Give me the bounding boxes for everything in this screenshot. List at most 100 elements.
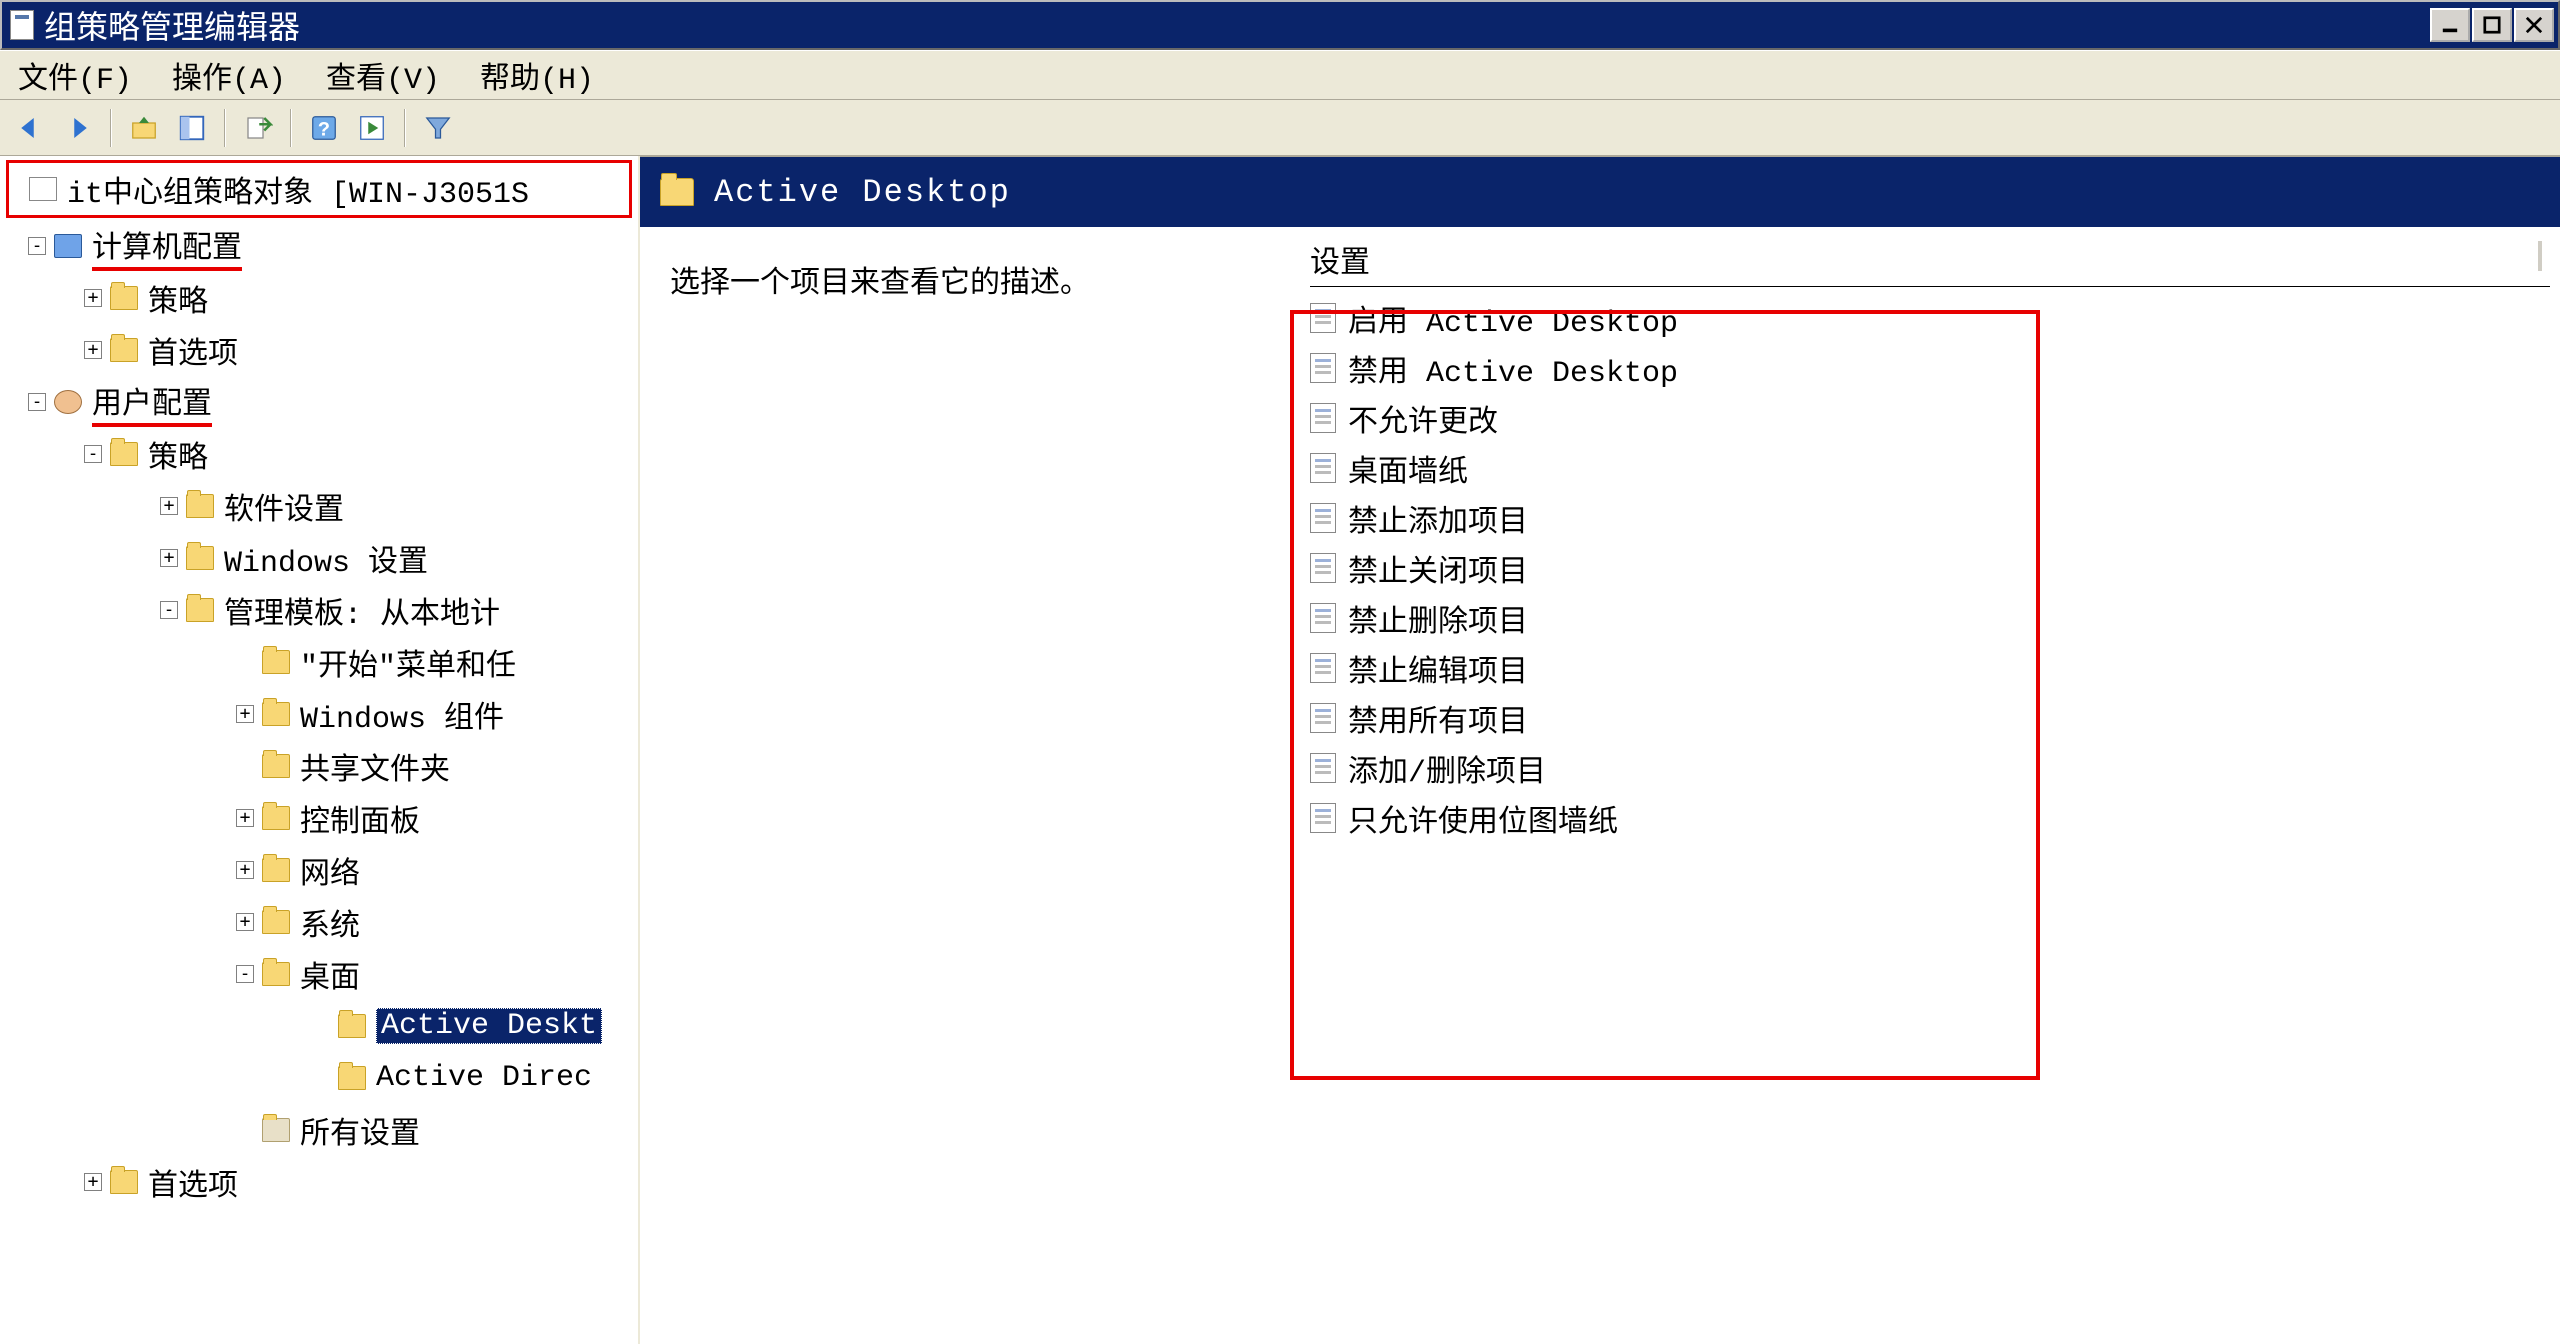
list-item[interactable]: 禁用所有项目 bbox=[1310, 693, 2550, 743]
properties-pane-button[interactable] bbox=[170, 106, 214, 150]
tree-user-policies[interactable]: - 策略 bbox=[0, 428, 638, 480]
folder-icon bbox=[338, 1014, 366, 1038]
expand-icon[interactable]: + bbox=[84, 341, 102, 359]
tree-active-desktop-label: Active Deskt bbox=[376, 1008, 602, 1044]
window-controls bbox=[2430, 8, 2558, 42]
folder-icon bbox=[186, 598, 214, 622]
tree-root-label: it中心组策略对象 [WIN-J3051S bbox=[67, 167, 529, 212]
menu-file[interactable]: 文件(F) bbox=[18, 53, 132, 98]
folder-icon bbox=[262, 650, 290, 674]
title-bar: 组策略管理编辑器 bbox=[0, 0, 2560, 50]
expand-icon[interactable]: + bbox=[160, 497, 178, 515]
policy-icon bbox=[1310, 703, 1336, 733]
folder-icon bbox=[110, 338, 138, 362]
tree-shared-folders[interactable]: 共享文件夹 bbox=[0, 740, 638, 792]
tree-active-directory[interactable]: Active Direc bbox=[0, 1052, 638, 1104]
computer-config-label: 计算机配置 bbox=[92, 222, 242, 271]
collapse-icon[interactable]: - bbox=[160, 601, 178, 619]
list-item[interactable]: 添加/删除项目 bbox=[1310, 743, 2550, 793]
expand-icon[interactable]: + bbox=[236, 913, 254, 931]
menu-bar: 文件(F) 操作(A) 查看(V) 帮助(H) bbox=[0, 50, 2560, 100]
tree-desktop[interactable]: - 桌面 bbox=[0, 948, 638, 1000]
policy-icon bbox=[1310, 403, 1336, 433]
tree-windows-settings[interactable]: + Windows 设置 bbox=[0, 532, 638, 584]
description-prompt: 选择一个项目来查看它的描述。 bbox=[670, 257, 1260, 302]
collapse-icon[interactable]: - bbox=[28, 237, 46, 255]
list-item[interactable]: 只允许使用位图墙纸 bbox=[1310, 793, 2550, 843]
user-config-label: 用户配置 bbox=[92, 378, 212, 427]
expand-icon[interactable]: + bbox=[84, 289, 102, 307]
tree-software-settings[interactable]: + 软件设置 bbox=[0, 480, 638, 532]
details-title: Active Desktop bbox=[714, 174, 1011, 211]
menu-action[interactable]: 操作(A) bbox=[172, 53, 286, 98]
help-button[interactable]: ? bbox=[302, 106, 346, 150]
tree-admin-templates[interactable]: - 管理模板: 从本地计 bbox=[0, 584, 638, 636]
window-title: 组策略管理编辑器 bbox=[44, 2, 300, 48]
collapse-icon[interactable]: - bbox=[84, 445, 102, 463]
computer-icon bbox=[54, 234, 82, 258]
forward-button[interactable] bbox=[56, 106, 100, 150]
details-header: Active Desktop bbox=[640, 157, 2560, 227]
tree-active-desktop[interactable]: Active Deskt bbox=[0, 1000, 638, 1052]
settings-folder-icon bbox=[262, 1118, 290, 1142]
minimize-button[interactable] bbox=[2430, 8, 2470, 42]
policy-icon bbox=[1310, 803, 1336, 833]
policy-icon bbox=[1310, 753, 1336, 783]
policy-icon bbox=[1310, 603, 1336, 633]
policy-icon bbox=[1310, 453, 1336, 483]
user-icon bbox=[54, 390, 82, 414]
settings-column-header[interactable]: 设置 bbox=[1310, 237, 2550, 287]
collapse-icon[interactable]: - bbox=[236, 965, 254, 983]
maximize-button[interactable] bbox=[2472, 8, 2512, 42]
policy-icon bbox=[1310, 353, 1336, 383]
list-item[interactable]: 禁用 Active Desktop bbox=[1310, 343, 2550, 393]
expand-icon[interactable]: + bbox=[236, 861, 254, 879]
folder-icon bbox=[660, 178, 694, 206]
tree-all-settings[interactable]: 所有设置 bbox=[0, 1104, 638, 1156]
tree-system[interactable]: + 系统 bbox=[0, 896, 638, 948]
tree-computer-policies[interactable]: + 策略 bbox=[0, 272, 638, 324]
list-item[interactable]: 禁止关闭项目 bbox=[1310, 543, 2550, 593]
tree-start-menu[interactable]: "开始"菜单和任 bbox=[0, 636, 638, 688]
expand-icon[interactable]: + bbox=[236, 705, 254, 723]
tree-user-config[interactable]: - 用户配置 bbox=[0, 376, 638, 428]
tree-computer-config[interactable]: - 计算机配置 bbox=[0, 220, 638, 272]
tree-root[interactable]: it中心组策略对象 [WIN-J3051S bbox=[9, 163, 629, 215]
tree-computer-preferences[interactable]: + 首选项 bbox=[0, 324, 638, 376]
policy-icon bbox=[1310, 653, 1336, 683]
tree-windows-components[interactable]: + Windows 组件 bbox=[0, 688, 638, 740]
menu-view[interactable]: 查看(V) bbox=[326, 53, 440, 98]
list-item[interactable]: 不允许更改 bbox=[1310, 393, 2550, 443]
policy-icon bbox=[1310, 553, 1336, 583]
collapse-icon[interactable]: - bbox=[28, 393, 46, 411]
export-button[interactable] bbox=[236, 106, 280, 150]
run-button[interactable] bbox=[350, 106, 394, 150]
tree-network[interactable]: + 网络 bbox=[0, 844, 638, 896]
filter-button[interactable] bbox=[416, 106, 460, 150]
app-icon bbox=[10, 10, 34, 40]
close-button[interactable] bbox=[2514, 8, 2554, 42]
list-item[interactable]: 启用 Active Desktop bbox=[1310, 293, 2550, 343]
expand-icon[interactable]: + bbox=[160, 549, 178, 567]
list-item[interactable]: 禁止添加项目 bbox=[1310, 493, 2550, 543]
menu-help[interactable]: 帮助(H) bbox=[480, 53, 594, 98]
folder-icon bbox=[262, 910, 290, 934]
list-item[interactable]: 桌面墙纸 bbox=[1310, 443, 2550, 493]
folder-icon bbox=[110, 442, 138, 466]
expand-icon[interactable]: + bbox=[236, 809, 254, 827]
tree-control-panel[interactable]: + 控制面板 bbox=[0, 792, 638, 844]
folder-icon bbox=[262, 754, 290, 778]
back-button[interactable] bbox=[8, 106, 52, 150]
tree-user-preferences[interactable]: + 首选项 bbox=[0, 1156, 638, 1208]
folder-icon bbox=[186, 546, 214, 570]
folder-icon bbox=[262, 962, 290, 986]
folder-icon bbox=[262, 858, 290, 882]
folder-icon bbox=[262, 702, 290, 726]
up-folder-button[interactable] bbox=[122, 106, 166, 150]
expand-icon[interactable]: + bbox=[84, 1173, 102, 1191]
toolbar: ? bbox=[0, 100, 2560, 156]
list-item[interactable]: 禁止删除项目 bbox=[1310, 593, 2550, 643]
tree-pane: it中心组策略对象 [WIN-J3051S - 计算机配置 + 策略 + 首选项… bbox=[0, 156, 640, 1344]
list-item[interactable]: 禁止编辑项目 bbox=[1310, 643, 2550, 693]
policy-icon bbox=[1310, 503, 1336, 533]
